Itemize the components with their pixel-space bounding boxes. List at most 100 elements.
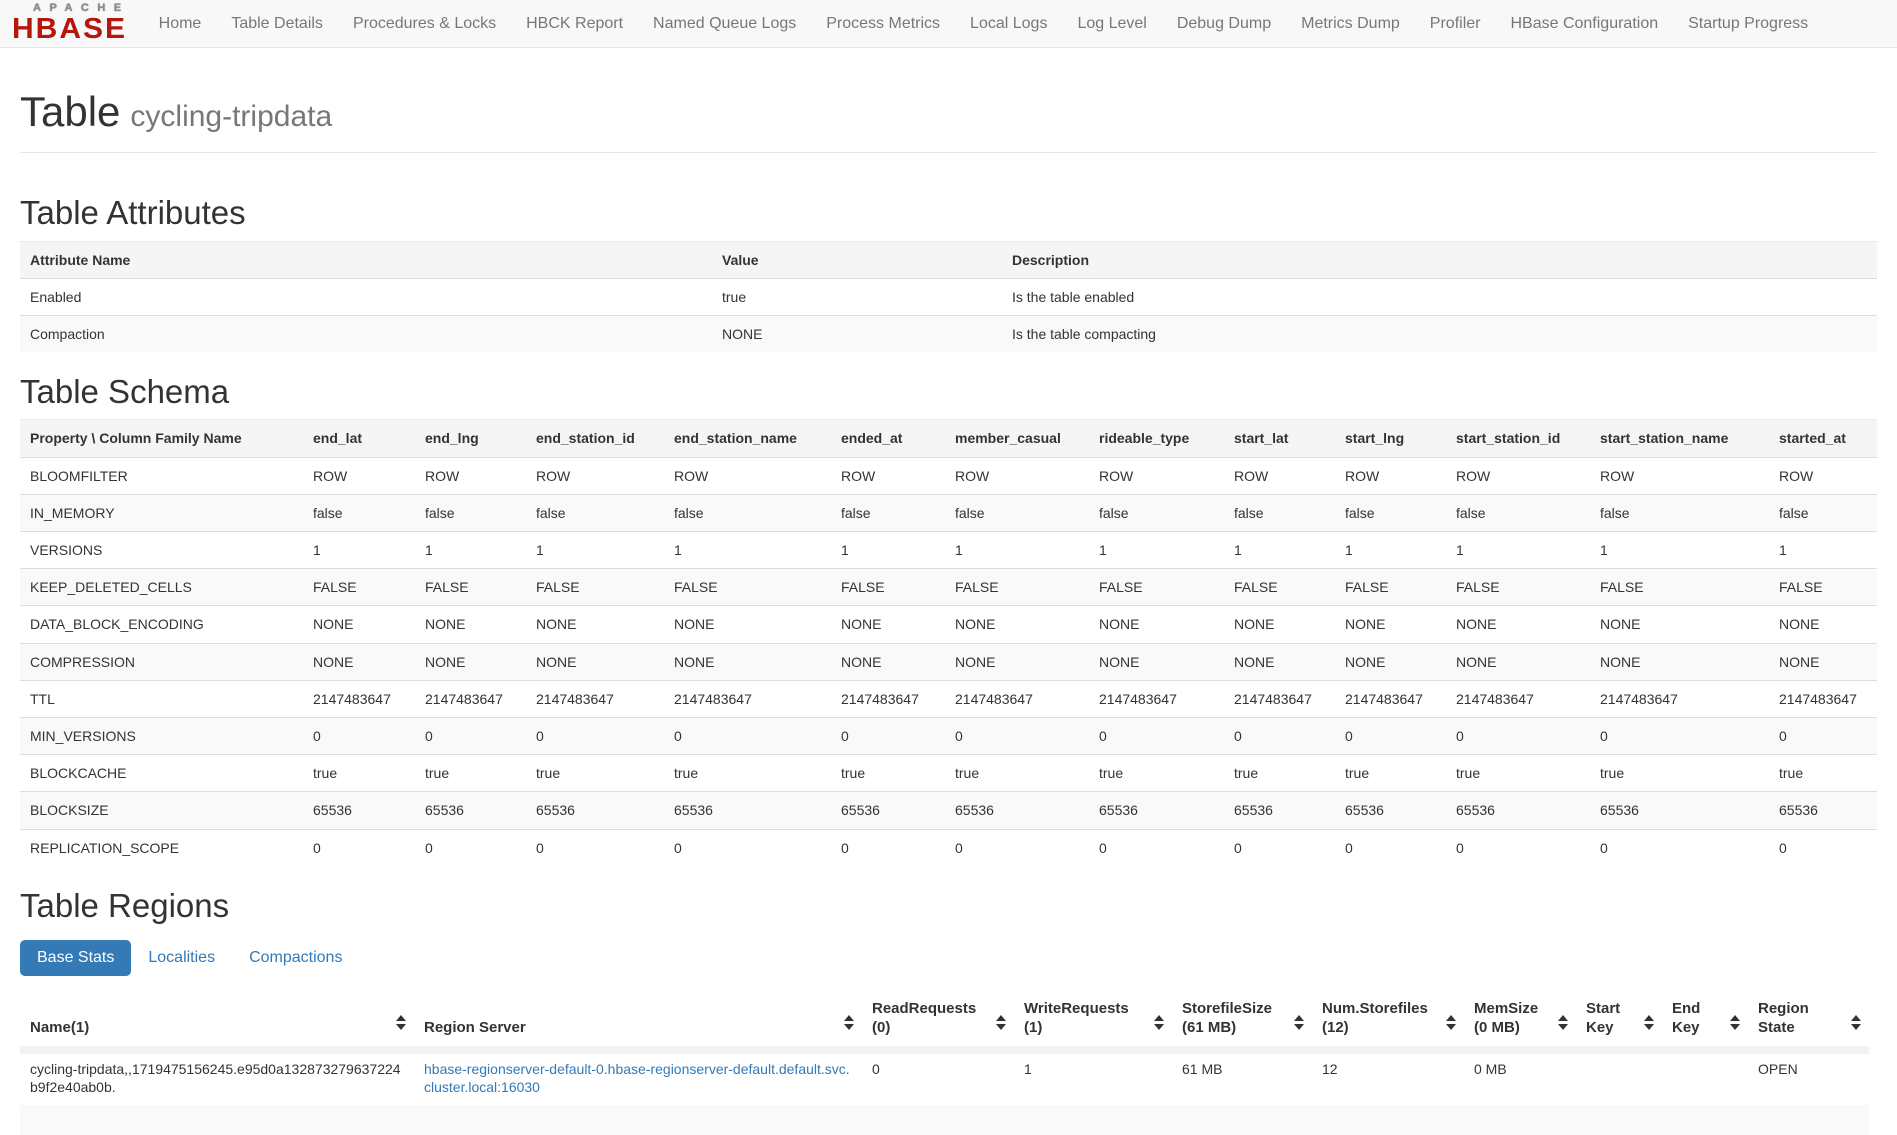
schema-property-value: 1: [664, 532, 831, 569]
schema-property-value: 1: [1590, 532, 1769, 569]
sort-down-arrow-icon: [1154, 1024, 1164, 1030]
logo-hbase-text: HBASE: [12, 15, 130, 44]
schema-property-value: ROW: [1446, 457, 1590, 494]
schema-property-value: FALSE: [1335, 569, 1446, 606]
schema-property-value: NONE: [415, 643, 526, 680]
attributes-header-row: Attribute NameValueDescription: [20, 241, 1877, 278]
regions-column-writerequests-1[interactable]: WriteRequests (1): [1014, 994, 1172, 1050]
schema-property-value: 0: [415, 717, 526, 754]
regions-column-region-state[interactable]: Region State: [1748, 994, 1869, 1050]
schema-property-value: 65536: [1590, 792, 1769, 829]
schema-family-end-lat: end_lat: [303, 420, 415, 457]
attributes-column-value: Value: [712, 241, 1002, 278]
schema-property-value: ROW: [945, 457, 1089, 494]
schema-property-value: ROW: [1769, 457, 1877, 494]
region-row: cycling-tripdata,,1719475156245.e95d0a13…: [20, 1050, 1869, 1105]
attributes-table-body: EnabledtrueIs the table enabledCompactio…: [20, 278, 1877, 352]
schema-property-value: 0: [303, 717, 415, 754]
schema-property-value: 2147483647: [664, 680, 831, 717]
schema-family-rideable-type: rideable_type: [1089, 420, 1224, 457]
schema-property-value: NONE: [831, 606, 945, 643]
sort-down-arrow-icon: [1851, 1024, 1861, 1030]
schema-property-value: NONE: [1590, 643, 1769, 680]
schema-property-value: 65536: [1446, 792, 1590, 829]
regions-column-readrequests-0[interactable]: ReadRequests (0): [862, 994, 1014, 1050]
regions-column-label: Region State: [1758, 1000, 1809, 1036]
schema-property-value: NONE: [1335, 606, 1446, 643]
schema-property-value: FALSE: [664, 569, 831, 606]
regions-column-region-server[interactable]: Region Server: [414, 994, 862, 1050]
schema-property-value: 65536: [1769, 792, 1877, 829]
nav-item-startup-progress[interactable]: Startup Progress: [1673, 0, 1823, 48]
region-server-link[interactable]: hbase-regionserver-default-0.hbase-regio…: [424, 1061, 850, 1095]
tab-localities[interactable]: Localities: [131, 940, 232, 976]
tab-base-stats[interactable]: Base Stats: [20, 940, 131, 976]
nav-item-hbase-configuration[interactable]: HBase Configuration: [1495, 0, 1673, 48]
nav-item-debug-dump[interactable]: Debug Dump: [1162, 0, 1286, 48]
nav-item-named-queue-logs[interactable]: Named Queue Logs: [638, 0, 811, 48]
schema-property-name: COMPRESSION: [20, 643, 303, 680]
schema-property-value: false: [831, 494, 945, 531]
schema-property-value: NONE: [303, 606, 415, 643]
sort-up-arrow-icon: [396, 1015, 406, 1021]
schema-property-value: ROW: [1590, 457, 1769, 494]
hbase-logo[interactable]: APACHE HBASE: [12, 3, 130, 45]
schema-property-name: BLOOMFILTER: [20, 457, 303, 494]
region-end-key: [1662, 1050, 1748, 1105]
schema-property-value: NONE: [1224, 643, 1335, 680]
schema-property-value: 2147483647: [1089, 680, 1224, 717]
nav-item-process-metrics[interactable]: Process Metrics: [811, 0, 955, 48]
schema-family-member-casual: member_casual: [945, 420, 1089, 457]
regions-column-num-storefiles-12[interactable]: Num.Storefiles (12): [1312, 994, 1464, 1050]
schema-property-value: 0: [1089, 717, 1224, 754]
schema-family-start-lng: start_lng: [1335, 420, 1446, 457]
region-read-requests: 0: [862, 1050, 1014, 1105]
nav-item-metrics-dump[interactable]: Metrics Dump: [1286, 0, 1415, 48]
schema-property-value: FALSE: [1769, 569, 1877, 606]
schema-property-value: 0: [1335, 717, 1446, 754]
schema-property-value: 0: [1224, 717, 1335, 754]
schema-property-value: 65536: [303, 792, 415, 829]
nav-item-hbck-report[interactable]: HBCK Report: [511, 0, 638, 48]
schema-property-name: KEEP_DELETED_CELLS: [20, 569, 303, 606]
schema-property-value: false: [1224, 494, 1335, 531]
regions-column-end-key[interactable]: End Key: [1662, 994, 1748, 1050]
schema-property-value: false: [1089, 494, 1224, 531]
nav-item-log-level[interactable]: Log Level: [1062, 0, 1161, 48]
nav-item-home[interactable]: Home: [144, 0, 217, 48]
schema-family-end-lng: end_lng: [415, 420, 526, 457]
regions-column-label: End Key: [1672, 1000, 1700, 1036]
regions-column-label: ReadRequests (0): [872, 1000, 976, 1036]
attributes-heading: Table Attributes: [20, 195, 1877, 231]
schema-property-value: 1: [1335, 532, 1446, 569]
schema-property-value: 65536: [831, 792, 945, 829]
schema-row-versions: VERSIONS111111111111: [20, 532, 1877, 569]
nav-menu: HomeTable DetailsProcedures & LocksHBCK …: [144, 0, 1824, 48]
regions-column-start-key[interactable]: Start Key: [1576, 994, 1662, 1050]
schema-property-value: true: [1590, 755, 1769, 792]
regions-column-memsize-0-mb[interactable]: MemSize (0 MB): [1464, 994, 1576, 1050]
regions-filler-cell: [20, 1105, 1869, 1135]
attributes-table: Attribute NameValueDescription Enabledtr…: [20, 241, 1877, 353]
nav-item-table-details[interactable]: Table Details: [216, 0, 338, 48]
sort-icon: [1294, 1015, 1304, 1030]
schema-row-replication-scope: REPLICATION_SCOPE000000000000: [20, 829, 1877, 866]
nav-item-local-logs[interactable]: Local Logs: [955, 0, 1062, 48]
schema-property-value: FALSE: [1446, 569, 1590, 606]
attributes-column-attribute-name: Attribute Name: [20, 241, 712, 278]
nav-item-profiler[interactable]: Profiler: [1415, 0, 1496, 48]
tab-compactions[interactable]: Compactions: [232, 940, 359, 976]
regions-column-name-1[interactable]: Name(1): [20, 994, 414, 1050]
schema-property-value: 2147483647: [945, 680, 1089, 717]
schema-property-value: 1: [1446, 532, 1590, 569]
schema-property-value: 65536: [526, 792, 664, 829]
sort-down-arrow-icon: [844, 1024, 854, 1030]
schema-family-end-station-id: end_station_id: [526, 420, 664, 457]
schema-property-value: 0: [1224, 829, 1335, 866]
sort-icon: [1730, 1015, 1740, 1030]
regions-column-storefilesize-61-mb[interactable]: StorefileSize (61 MB): [1172, 994, 1312, 1050]
nav-item-procedures-locks[interactable]: Procedures & Locks: [338, 0, 511, 48]
schema-property-value: 2147483647: [526, 680, 664, 717]
schema-property-value: false: [1769, 494, 1877, 531]
attribute-row-enabled: EnabledtrueIs the table enabled: [20, 278, 1877, 315]
